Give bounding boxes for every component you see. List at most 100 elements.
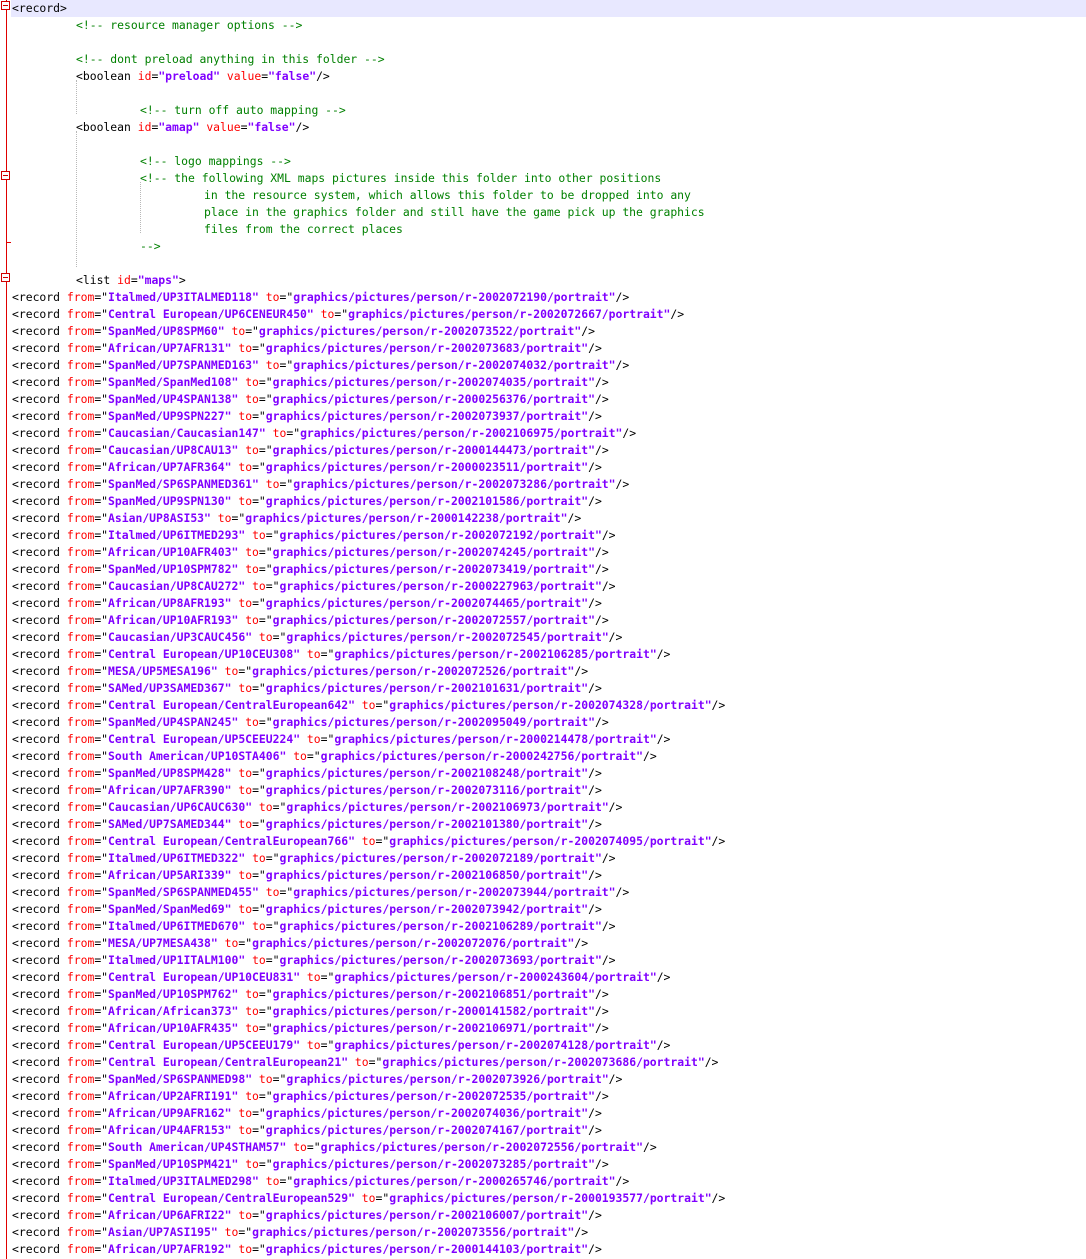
record-line[interactable]: <record from="African/UP9AFR162" to="gra… (12, 1105, 602, 1122)
record-line[interactable]: <record from="Italmed/UP6ITMED293" to="g… (12, 527, 616, 544)
record-line[interactable]: <record from="MESA/UP5MESA196" to="graph… (12, 663, 588, 680)
code-line[interactable]: <list id="maps"> (76, 272, 186, 289)
record-line[interactable]: <record from="Italmed/UP3ITALMED118" to=… (12, 289, 629, 306)
record-tag: <record (12, 970, 67, 984)
record-tag: <record (12, 664, 67, 678)
record-line[interactable]: <record from="Central European/UP10CEU30… (12, 646, 670, 663)
to-attribute: to (293, 1140, 307, 1154)
code-line[interactable]: <record> (11, 0, 1086, 17)
record-line[interactable]: <record from="Central European/CentralEu… (12, 833, 725, 850)
record-line[interactable]: <record from="African/UP6AFRI22" to="gra… (12, 1207, 602, 1224)
record-line[interactable]: <record from="Caucasian/UP3CAUC456" to="… (12, 629, 622, 646)
record-line[interactable]: <record from="SpanMed/SP6SPANMED361" to=… (12, 476, 629, 493)
from-value: South American/UP10STA406 (108, 749, 280, 763)
record-line[interactable]: <record from="SAMed/UP7SAMED344" to="gra… (12, 816, 602, 833)
to-value: graphics/pictures/person/r-2000142238/po… (245, 511, 561, 525)
to-value: graphics/pictures/person/r-2000256376/po… (272, 392, 589, 406)
record-line[interactable]: <record from="African/UP8AFR193" to="gra… (12, 595, 602, 612)
code-line[interactable]: in the resource system, which allows thi… (204, 187, 691, 204)
record-line[interactable]: <record from="Asian/UP8ASI53" to="graphi… (12, 510, 581, 527)
record-line[interactable]: <record from="African/UP10AFR193" to="gr… (12, 612, 609, 629)
record-line[interactable]: <record from="SpanMed/SP6SPANMED98" to="… (12, 1071, 622, 1088)
code-line[interactable]: <!-- resource manager options --> (76, 17, 302, 34)
from-value: Central European/UP10CEU831 (108, 970, 294, 984)
record-line[interactable]: <record from="African/UP7AFR131" to="gra… (12, 340, 602, 357)
code-line[interactable]: <!-- dont preload anything in this folde… (76, 51, 385, 68)
record-line[interactable]: <record from="African/UP10AFR435" to="gr… (12, 1020, 609, 1037)
record-line[interactable]: <record from="African/UP7AFR390" to="gra… (12, 782, 602, 799)
record-line[interactable]: <record from="African/UP7AFR192" to="gra… (12, 1241, 602, 1258)
record-line[interactable]: <record from="SpanMed/UP8SPM60" to="grap… (12, 323, 595, 340)
record-line[interactable]: <record from="SAMed/UP3SAMED367" to="gra… (12, 680, 602, 697)
quote: " (224, 1208, 232, 1222)
record-line[interactable]: <record from="African/UP7AFR364" to="gra… (12, 459, 602, 476)
code-token: in the resource system, which allows thi… (204, 188, 691, 202)
from-value: Central European/CentralEuropean21 (108, 1055, 342, 1069)
record-tag: <record (12, 1191, 67, 1205)
from-value: Central European/CentralEuropean642 (108, 698, 349, 712)
code-token: id (137, 69, 152, 83)
from-attribute: from (66, 936, 95, 950)
record-line[interactable]: <record from="African/UP4AFR153" to="gra… (12, 1122, 602, 1139)
code-line[interactable]: <!-- logo mappings --> (140, 153, 291, 170)
to-attribute: to (258, 630, 273, 644)
code-line[interactable]: files from the correct places (204, 221, 403, 238)
to-attribute: to (245, 715, 259, 729)
record-line[interactable]: <record from="SpanMed/UP9SPN130" to="gra… (12, 493, 602, 510)
record-line[interactable]: <record from="Italmed/UP6ITMED670" to="g… (12, 918, 616, 935)
record-line[interactable]: <record from="Central European/UP5CEEU17… (12, 1037, 670, 1054)
record-line[interactable]: <record from="SpanMed/UP8SPM428" to="gra… (12, 765, 602, 782)
from-attribute: from (66, 545, 95, 559)
record-line[interactable]: <record from="South American/UP10STA406"… (12, 748, 657, 765)
record-line[interactable]: <record from="Italmed/UP1ITALM100" to="g… (12, 952, 616, 969)
record-line[interactable]: <record from="Caucasian/UP8CAU272" to="g… (12, 578, 616, 595)
record-line[interactable]: <record from="African/African373" to="gr… (12, 1003, 609, 1020)
fold-toggle-icon[interactable] (1, 273, 10, 282)
fold-toggle-icon[interactable] (1, 1, 10, 10)
to-attribute: to (217, 511, 232, 525)
record-line[interactable]: <record from="Asian/UP7ASI195" to="graph… (12, 1224, 588, 1241)
record-line[interactable]: <record from="Central European/CentralEu… (12, 1054, 718, 1071)
from-value: Central European/UP5CEEU179 (108, 1038, 294, 1052)
record-line[interactable]: <record from="African/UP2AFRI191" to="gr… (12, 1088, 609, 1105)
record-line[interactable]: <record from="Central European/UP5CEEU22… (12, 731, 670, 748)
record-line[interactable]: <record from="SpanMed/SpanMed108" to="gr… (12, 374, 609, 391)
to-value: graphics/pictures/person/r-2000227963/po… (279, 579, 595, 593)
quote: " (608, 290, 616, 304)
record-line[interactable]: <record from="SpanMed/UP4SPAN138" to="gr… (12, 391, 609, 408)
record-line[interactable]: <record from="Italmed/UP3ITALMED298" to=… (12, 1173, 629, 1190)
fold-toggle-icon[interactable] (1, 171, 10, 180)
record-line[interactable]: <record from="SpanMed/UP7SPANMED163" to=… (12, 357, 629, 374)
record-line[interactable]: <record from="Central European/CentralEu… (12, 697, 725, 714)
code-token: "false" (268, 69, 317, 83)
record-line[interactable]: <record from="Caucasian/UP8CAU13" to="gr… (12, 442, 609, 459)
code-line[interactable]: <boolean id="amap" value="false"/> (76, 119, 309, 136)
quote: " (588, 443, 595, 457)
record-line[interactable]: <record from="SpanMed/UP10SPM762" to="gr… (12, 986, 609, 1003)
record-line[interactable]: <record from="African/UP10AFR403" to="gr… (12, 544, 609, 561)
record-line[interactable]: <record from="MESA/UP7MESA438" to="graph… (12, 935, 588, 952)
record-line[interactable]: <record from="Caucasian/Caucasian147" to… (12, 425, 636, 442)
xml-editor[interactable]: <record> <!-- resource manager options --… (0, 0, 1086, 1259)
record-line[interactable]: <record from="Central European/CentralEu… (12, 1190, 725, 1207)
to-attribute: to (238, 681, 253, 695)
record-line[interactable]: <record from="Central European/UP6CENEUR… (12, 306, 684, 323)
record-line[interactable]: <record from="SpanMed/UP4SPAN245" to="gr… (12, 714, 609, 731)
record-line[interactable]: <record from="Italmed/UP6ITMED322" to="g… (12, 850, 616, 867)
to-attribute: to (361, 834, 376, 848)
code-line[interactable]: place in the graphics folder and still h… (204, 204, 705, 221)
record-line[interactable]: <record from="SpanMed/SpanMed69" to="gra… (12, 901, 602, 918)
record-line[interactable]: <record from="South American/UP4STHAM57"… (12, 1139, 657, 1156)
code-line[interactable]: <!-- turn off auto mapping --> (140, 102, 346, 119)
record-line[interactable]: <record from="African/UP5ARI339" to="gra… (12, 867, 602, 884)
record-line[interactable]: <record from="SpanMed/SP6SPANMED455" to=… (12, 884, 629, 901)
code-line[interactable]: <!-- the following XML maps pictures ins… (140, 170, 661, 187)
record-line[interactable]: <record from="SpanMed/UP10SPM421" to="gr… (12, 1156, 609, 1173)
code-line[interactable]: <boolean id="preload" value="false"/> (76, 68, 330, 85)
record-line[interactable]: <record from="SpanMed/UP9SPN227" to="gra… (12, 408, 602, 425)
record-line[interactable]: <record from="SpanMed/UP10SPM782" to="gr… (12, 561, 609, 578)
record-line[interactable]: <record from="Central European/UP10CEU83… (12, 969, 670, 986)
code-line[interactable]: --> (140, 238, 161, 255)
tag-close: /> (574, 1225, 589, 1239)
record-line[interactable]: <record from="Caucasian/UP6CAUC630" to="… (12, 799, 622, 816)
